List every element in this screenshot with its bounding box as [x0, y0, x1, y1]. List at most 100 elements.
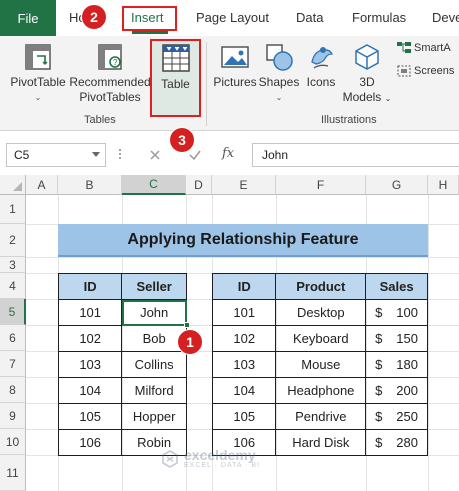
- row-header-4[interactable]: 4: [0, 273, 26, 299]
- table-cell[interactable]: 105: [57, 403, 123, 430]
- currency-symbol: $: [375, 305, 383, 320]
- table-cell[interactable]: Milford: [121, 377, 187, 404]
- table-cell[interactable]: Mouse: [275, 351, 367, 378]
- table-cell[interactable]: 102: [211, 325, 277, 352]
- screenshot-icon: [397, 65, 411, 77]
- table-cell[interactable]: $200: [365, 377, 428, 404]
- table-cell[interactable]: Headphone: [275, 377, 367, 404]
- name-box[interactable]: C5: [6, 143, 106, 167]
- row-header-1[interactable]: 1: [0, 195, 26, 224]
- smartart-icon: [397, 42, 411, 53]
- table-row: 102 Keyboard $150: [211, 325, 428, 352]
- column-header-a[interactable]: A: [26, 175, 58, 195]
- column-header-e[interactable]: E: [212, 175, 276, 195]
- formula-bar-grip[interactable]: [119, 148, 121, 160]
- group-label-tables: Tables: [84, 114, 116, 126]
- table-cell[interactable]: $280: [365, 429, 428, 456]
- 3d-models-button[interactable]: 3D Models ⌄: [341, 42, 393, 106]
- table-header-cell[interactable]: Product: [275, 273, 367, 300]
- table-header-cell[interactable]: Seller: [121, 273, 187, 300]
- table-cell[interactable]: Desktop: [275, 299, 367, 326]
- pivottable-dropdown-icon[interactable]: ⌄: [8, 90, 68, 105]
- tab-insert[interactable]: Insert: [131, 10, 164, 25]
- worksheet-grid[interactable]: A B C D E F G H 1 2 3 4 5 6 7 8 9 10 11 …: [0, 175, 459, 491]
- column-header-d[interactable]: D: [186, 175, 212, 195]
- tab-file[interactable]: File: [0, 0, 56, 36]
- column-header-b[interactable]: B: [58, 175, 122, 195]
- step-badge-3: 3: [170, 128, 194, 152]
- row-header-10[interactable]: 10: [0, 429, 26, 455]
- table-header-cell[interactable]: Sales: [365, 273, 428, 300]
- screenshot-button[interactable]: Screens: [397, 65, 454, 77]
- table-cell[interactable]: 103: [211, 351, 277, 378]
- table-header-cell[interactable]: ID: [211, 273, 277, 300]
- table-cell[interactable]: Pendrive: [275, 403, 367, 430]
- pivottable-icon: [25, 44, 51, 70]
- table-cell[interactable]: Bob: [121, 325, 187, 352]
- tab-formulas[interactable]: Formulas: [352, 10, 406, 25]
- table-row: 101 Desktop $100: [211, 299, 428, 326]
- insert-function-icon[interactable]: fx: [222, 146, 234, 161]
- table-cell[interactable]: 101: [211, 299, 277, 326]
- screenshot-label: Screens: [414, 65, 455, 77]
- column-header-g[interactable]: G: [366, 175, 428, 195]
- 3d-cube-icon: [355, 44, 379, 70]
- table-row: 104 Headphone $200: [211, 377, 428, 404]
- row-header-8[interactable]: 8: [0, 377, 26, 403]
- pictures-button[interactable]: Pictures: [210, 42, 260, 90]
- row-header-11[interactable]: 11: [0, 455, 26, 491]
- enter-check-icon[interactable]: [188, 148, 202, 162]
- table-cell[interactable]: Keyboard: [275, 325, 367, 352]
- table-cell[interactable]: 101: [57, 299, 123, 326]
- table-cell[interactable]: 103: [57, 351, 123, 378]
- table-cell[interactable]: $250: [365, 403, 428, 430]
- row-header-2[interactable]: 2: [0, 224, 26, 257]
- row-header-7[interactable]: 7: [0, 351, 26, 377]
- active-cell-c5[interactable]: John: [121, 299, 187, 326]
- row-header-9[interactable]: 9: [0, 403, 26, 429]
- recommended-pivottables-button[interactable]: ? Recommended PivotTables: [68, 42, 152, 105]
- tab-page-layout[interactable]: Page Layout: [196, 10, 269, 25]
- table-cell[interactable]: $180: [365, 351, 428, 378]
- table-cell[interactable]: Hard Disk: [275, 429, 367, 456]
- watermark-name: exceldemy: [184, 447, 256, 463]
- shapes-icon: [266, 44, 293, 71]
- row-header-6[interactable]: 6: [0, 325, 26, 351]
- name-box-dropdown-icon[interactable]: [92, 152, 100, 157]
- table-cell[interactable]: 104: [57, 377, 123, 404]
- gridline: [428, 195, 429, 491]
- table-cell[interactable]: 104: [211, 377, 277, 404]
- column-header-h[interactable]: H: [428, 175, 459, 195]
- table-header-cell[interactable]: ID: [57, 273, 123, 300]
- pivottable-button[interactable]: PivotTable ⌄: [8, 42, 68, 105]
- table-cell[interactable]: Collins: [121, 351, 187, 378]
- table-cell[interactable]: 105: [211, 403, 277, 430]
- table-cell[interactable]: $100: [365, 299, 428, 326]
- column-header-f[interactable]: F: [276, 175, 366, 195]
- recommended-pivottables-icon: ?: [98, 44, 122, 70]
- 3d-models-dropdown-icon[interactable]: ⌄: [385, 94, 392, 103]
- shapes-button[interactable]: Shapes ⌄: [258, 42, 300, 105]
- table-cell[interactable]: 106: [57, 429, 123, 456]
- fill-handle[interactable]: [184, 322, 190, 328]
- smartart-button[interactable]: SmartA: [397, 42, 451, 54]
- row-header-3[interactable]: 3: [0, 257, 26, 273]
- icons-button[interactable]: Icons: [303, 42, 339, 90]
- tab-insert-underline: [132, 31, 168, 34]
- tab-developer[interactable]: Deve: [432, 10, 459, 25]
- cancel-icon[interactable]: [149, 149, 161, 161]
- table-cell[interactable]: 102: [57, 325, 123, 352]
- select-all-button[interactable]: [0, 175, 26, 195]
- row-header-5[interactable]: 5: [0, 299, 26, 325]
- shapes-dropdown-icon[interactable]: ⌄: [258, 90, 300, 105]
- product-table: ID Product Sales 101 Desktop $100 102 Ke…: [211, 273, 428, 456]
- column-header-c[interactable]: C: [122, 175, 186, 195]
- recommended-label-line2: PivotTables: [79, 90, 141, 104]
- group-separator: [206, 42, 207, 126]
- formula-bar: C5 fx John: [0, 131, 459, 175]
- table-button[interactable]: Table: [152, 42, 199, 92]
- table-cell[interactable]: $150: [365, 325, 428, 352]
- formula-input[interactable]: John: [252, 143, 459, 167]
- tab-data[interactable]: Data: [296, 10, 323, 25]
- table-cell[interactable]: Hopper: [121, 403, 187, 430]
